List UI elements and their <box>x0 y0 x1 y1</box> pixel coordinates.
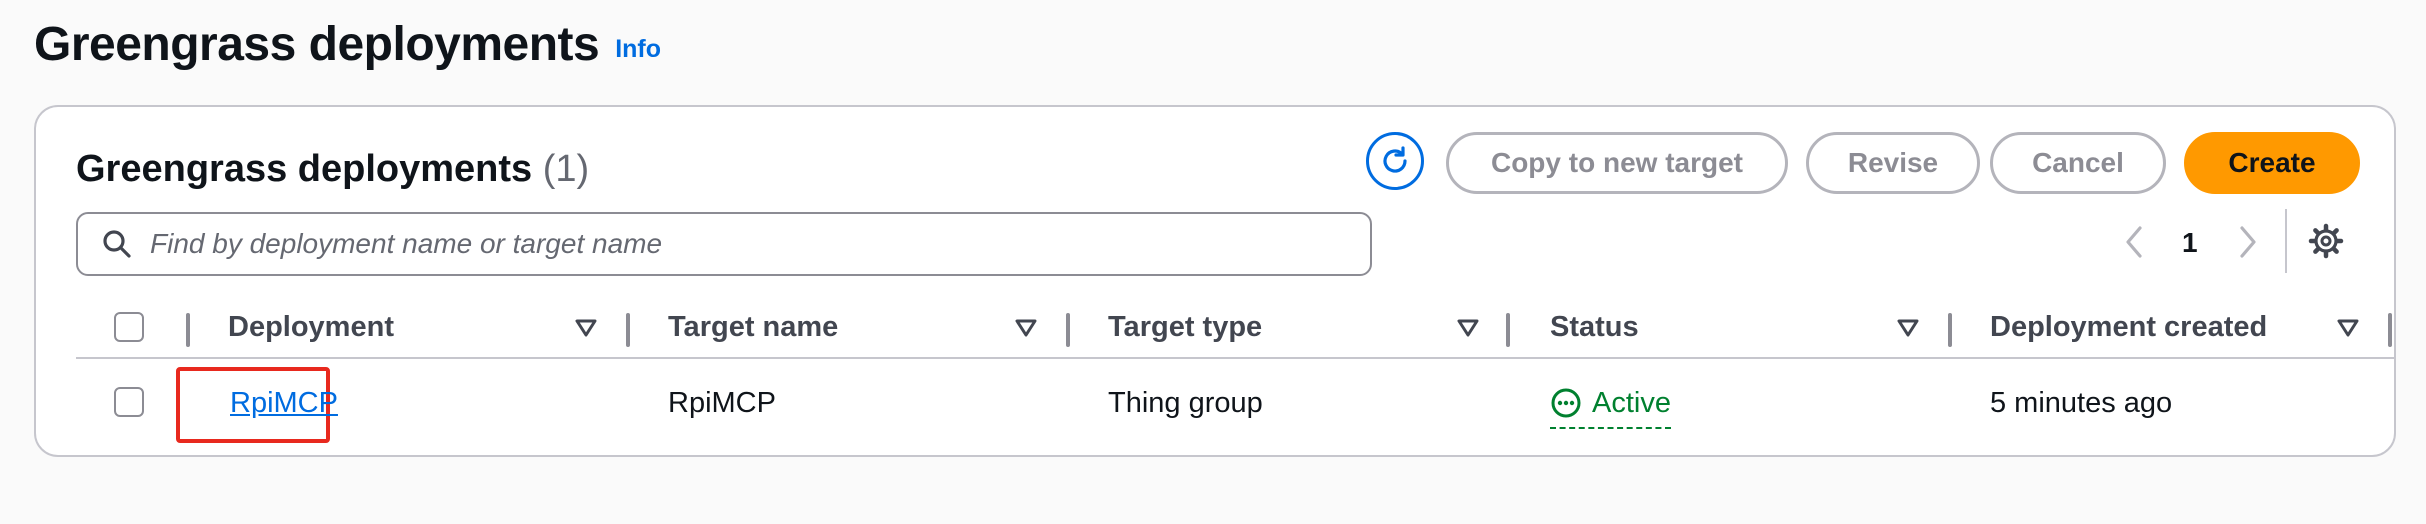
sort-icon[interactable] <box>1896 317 1920 339</box>
table-row: RpiMCP RpiMCP Thing group Active 5 minut… <box>76 359 2396 451</box>
copy-to-new-target-button[interactable]: Copy to new target <box>1446 132 1788 194</box>
search-placeholder: Find by deployment name or target name <box>150 228 663 259</box>
refresh-button[interactable] <box>1366 132 1424 190</box>
status-label: Active <box>1592 386 1671 419</box>
create-button[interactable]: Create <box>2184 132 2360 194</box>
gear-icon[interactable] <box>2308 223 2344 259</box>
status-in-progress-icon <box>1551 388 1581 418</box>
cancel-button[interactable]: Cancel <box>1990 132 2166 194</box>
column-header-deployment-created[interactable]: Deployment created <box>1990 311 2267 344</box>
sort-icon[interactable] <box>2336 317 2360 339</box>
column-divider <box>186 313 190 347</box>
chevron-right-icon[interactable] <box>2236 224 2260 260</box>
search-input[interactable]: Find by deployment name or target name <box>76 212 1372 276</box>
sort-icon[interactable] <box>1014 317 1038 339</box>
info-link[interactable]: Info <box>615 35 661 64</box>
column-header-target-type[interactable]: Target type <box>1108 311 1262 344</box>
search-icon <box>103 230 131 258</box>
column-header-target-name[interactable]: Target name <box>668 311 838 344</box>
column-divider[interactable] <box>1506 313 1510 347</box>
table-count: (1) <box>542 148 590 190</box>
deployment-link[interactable]: RpiMCP <box>230 383 338 423</box>
pagination-divider <box>2285 209 2287 273</box>
table-header-row: Deployment Target name Target type Statu… <box>76 297 2396 359</box>
table-header-title: Greengrass deployments (1) <box>76 141 589 197</box>
target-name-cell: RpiMCP <box>668 387 776 419</box>
column-divider[interactable] <box>626 313 630 347</box>
target-type-cell: Thing group <box>1108 387 1263 419</box>
column-header-deployment[interactable]: Deployment <box>228 311 394 344</box>
column-header-status[interactable]: Status <box>1550 311 1639 344</box>
pagination-current-page[interactable]: 1 <box>2182 223 2198 263</box>
chevron-left-icon[interactable] <box>2122 224 2146 260</box>
select-all-checkbox[interactable] <box>114 312 144 342</box>
column-divider[interactable] <box>1948 313 1952 347</box>
column-divider[interactable] <box>1066 313 1070 347</box>
refresh-icon <box>1383 146 1407 173</box>
sort-icon[interactable] <box>574 317 598 339</box>
page-title: Greengrass deployments <box>34 17 600 71</box>
page-header: Greengrass deployments Info <box>34 14 661 74</box>
revise-button[interactable]: Revise <box>1806 132 1980 194</box>
sort-icon[interactable] <box>1456 317 1480 339</box>
deployment-created-cell: 5 minutes ago <box>1990 387 2173 419</box>
table-title: Greengrass deployments <box>76 148 533 190</box>
row-select-checkbox[interactable] <box>114 387 144 417</box>
deployments-table-container: Greengrass deployments (1) Copy to new t… <box>34 105 2396 457</box>
status-cell[interactable]: Active <box>1550 383 1671 429</box>
column-divider[interactable] <box>2388 313 2392 347</box>
